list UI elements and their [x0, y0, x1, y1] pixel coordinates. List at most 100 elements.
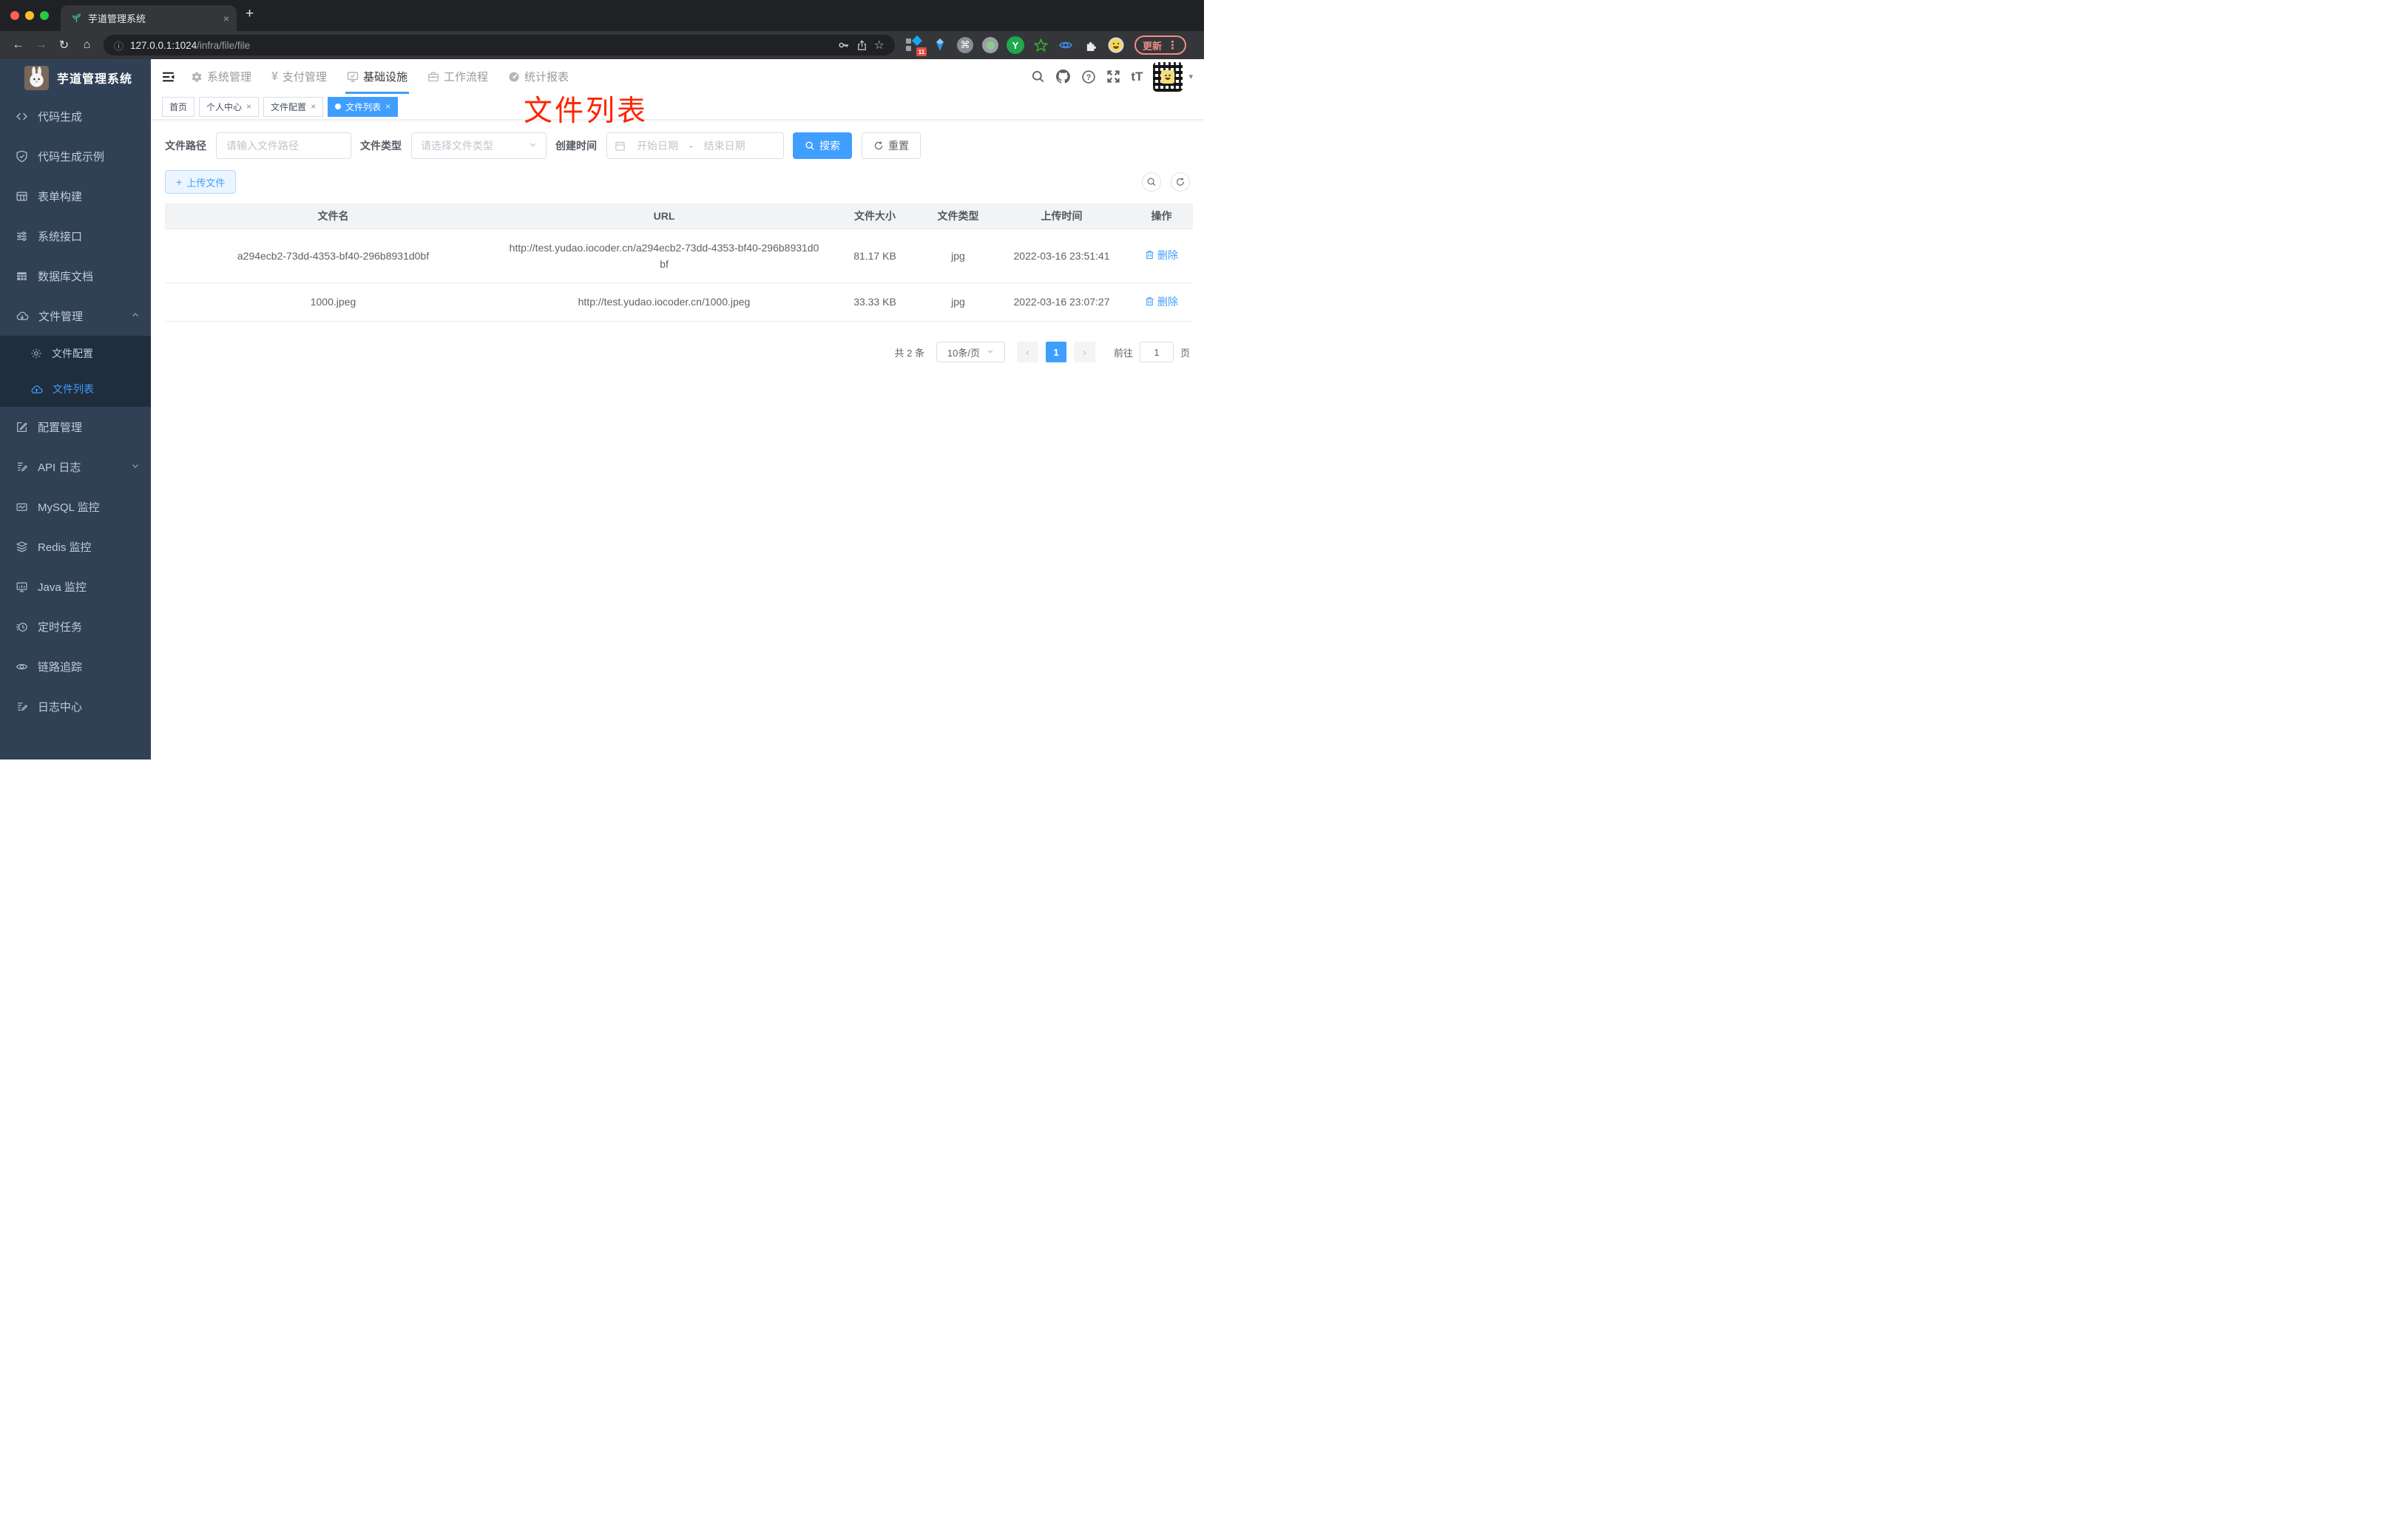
- browser-menu-icon[interactable]: ⋮: [1167, 38, 1178, 52]
- date-range-picker[interactable]: -: [606, 132, 784, 159]
- fullscreen-icon[interactable]: [1106, 70, 1120, 84]
- table-toolbar: + 上传文件: [165, 170, 1190, 194]
- sidebar-item-scheduled-tasks[interactable]: 定时任务: [0, 606, 151, 646]
- nav-workflow[interactable]: 工作流程: [427, 59, 488, 94]
- header-actions: ? tT ▾: [1031, 61, 1193, 92]
- new-tab-button[interactable]: +: [246, 6, 254, 22]
- browser-tab-strip: 芋道管理系统 × +: [0, 0, 1204, 31]
- sidebar-item-log-center[interactable]: 日志中心: [0, 686, 151, 726]
- zoom-window-button[interactable]: [40, 11, 49, 20]
- extension-gem-icon[interactable]: [929, 35, 951, 55]
- sidebar-item-code-generation[interactable]: 代码生成: [0, 96, 151, 136]
- goto-page-input[interactable]: [1139, 342, 1174, 362]
- tag-label: 首页: [169, 101, 188, 112]
- nav-payment-management[interactable]: ¥ 支付管理: [271, 59, 327, 94]
- tag-profile[interactable]: 个人中心 ×: [199, 96, 260, 117]
- close-icon[interactable]: ×: [246, 101, 251, 112]
- extension-command-icon[interactable]: ⌘: [954, 35, 976, 55]
- font-size-icon[interactable]: tT: [1131, 70, 1143, 84]
- layers-icon: [16, 541, 28, 553]
- sidebar-item-java-monitor[interactable]: Java 监控: [0, 566, 151, 606]
- browser-tab[interactable]: 芋道管理系统 ×: [61, 5, 237, 31]
- extension-eye-icon[interactable]: [1055, 35, 1077, 55]
- sidebar-item-redis-monitor[interactable]: Redis 监控: [0, 527, 151, 566]
- main-area: 系统管理 ¥ 支付管理 基础设施 工作流程 统计报表 ? tT ▾ 首页 个人中…: [151, 59, 1204, 760]
- sidebar-item-db-doc[interactable]: 数据库文档: [0, 256, 151, 296]
- file-type-select[interactable]: 请选择文件类型: [411, 132, 547, 159]
- refresh-table-button[interactable]: [1171, 172, 1190, 192]
- forward-button[interactable]: →: [30, 35, 52, 56]
- extension-y-icon[interactable]: Y: [1004, 35, 1027, 55]
- sidebar-item-api-log[interactable]: API 日志: [0, 447, 151, 487]
- filter-form: 文件路径 文件类型 请选择文件类型 创建时间 -: [165, 132, 1190, 159]
- prev-page-button[interactable]: ‹: [1016, 342, 1038, 362]
- sidebar-item-mysql-monitor[interactable]: MySQL 监控: [0, 487, 151, 527]
- tab-close-icon[interactable]: ×: [223, 13, 229, 24]
- traffic-lights: [0, 11, 61, 20]
- sidebar-item-config-management[interactable]: 配置管理: [0, 407, 151, 447]
- cell-filename: a294ecb2-73dd-4353-bf40-296b8931d0bf: [165, 229, 501, 283]
- next-page-button[interactable]: ›: [1073, 342, 1095, 362]
- app-logo[interactable]: 芋道管理系统: [0, 62, 151, 93]
- share-icon[interactable]: [856, 39, 868, 51]
- url-text: 127.0.0.1:1024/infra/file/file: [130, 40, 831, 51]
- sidebar-item-code-gen-example[interactable]: 代码生成示例: [0, 136, 151, 176]
- close-icon[interactable]: ×: [385, 101, 390, 112]
- sidebar-item-system-api[interactable]: 系统接口: [0, 216, 151, 256]
- avatar[interactable]: [1153, 61, 1183, 92]
- site-info-icon[interactable]: ⓘ: [114, 38, 124, 53]
- github-icon[interactable]: [1055, 69, 1071, 84]
- reload-button[interactable]: ↻: [53, 35, 75, 56]
- help-icon[interactable]: ?: [1081, 70, 1096, 84]
- avatar-caret-icon[interactable]: ▾: [1188, 72, 1193, 81]
- app-title: 芋道管理系统: [57, 73, 133, 86]
- page-size-select[interactable]: 10条/页: [936, 342, 1005, 362]
- chrome-update-button[interactable]: 更新 ⋮: [1134, 35, 1187, 55]
- nav-system-management[interactable]: 系统管理: [191, 59, 251, 94]
- home-button[interactable]: ⌂: [76, 35, 98, 56]
- nav-label: 工作流程: [443, 71, 488, 84]
- search-icon: [805, 141, 815, 151]
- extension-green-dot-icon[interactable]: [979, 35, 1001, 55]
- show-search-button[interactable]: [1142, 172, 1161, 192]
- sidebar-item-form-builder[interactable]: 表单构建: [0, 176, 151, 216]
- close-window-button[interactable]: [10, 11, 19, 20]
- date-start-input[interactable]: [631, 140, 684, 152]
- reset-button[interactable]: 重置: [862, 132, 921, 159]
- address-bar[interactable]: ⓘ 127.0.0.1:1024/infra/file/file ☆: [104, 35, 895, 55]
- extensions-puzzle-icon[interactable]: [1080, 35, 1102, 55]
- refresh-icon: [873, 141, 884, 151]
- nav-infrastructure[interactable]: 基础设施: [345, 59, 409, 94]
- trash-icon: [1145, 297, 1154, 306]
- tag-home[interactable]: 首页: [162, 96, 195, 117]
- search-button[interactable]: 搜索: [793, 132, 852, 159]
- file-path-input[interactable]: [216, 132, 351, 159]
- sidebar-item-label: Redis 监控: [38, 541, 92, 554]
- delete-button[interactable]: 删除: [1145, 294, 1178, 310]
- extension-emoji-icon[interactable]: [1105, 35, 1127, 55]
- sidebar-item-tracing[interactable]: 链路追踪: [0, 646, 151, 686]
- sidebar-item-file-config[interactable]: 文件配置: [0, 336, 151, 371]
- tag-file-list[interactable]: 文件列表 ×: [328, 96, 399, 117]
- bookmark-star-icon[interactable]: ☆: [874, 38, 885, 53]
- password-key-icon[interactable]: [838, 39, 850, 51]
- shield-check-icon: [16, 150, 28, 163]
- date-end-input[interactable]: [697, 140, 751, 152]
- col-filetype: 文件类型: [923, 203, 993, 229]
- extension-badge-icon[interactable]: 11: [904, 35, 927, 56]
- upload-file-button[interactable]: + 上传文件: [165, 170, 237, 194]
- sidebar-item-file-list[interactable]: 文件列表: [0, 371, 151, 407]
- delete-button[interactable]: 删除: [1145, 247, 1178, 263]
- extension-star-icon[interactable]: [1029, 35, 1052, 55]
- collapse-sidebar-icon[interactable]: [162, 70, 175, 84]
- minimize-window-button[interactable]: [25, 11, 34, 20]
- sidebar-item-label: 文件配置: [52, 348, 93, 359]
- chevron-down-icon: [987, 348, 994, 357]
- tag-file-config[interactable]: 文件配置 ×: [263, 96, 324, 117]
- close-icon[interactable]: ×: [311, 101, 316, 112]
- sidebar-item-file-management[interactable]: 文件管理: [0, 296, 151, 336]
- table-header-row: 文件名 URL 文件大小 文件类型 上传时间 操作: [165, 203, 1193, 229]
- page-1-button[interactable]: 1: [1045, 342, 1066, 362]
- search-icon[interactable]: [1031, 70, 1045, 84]
- back-button[interactable]: ←: [7, 35, 29, 56]
